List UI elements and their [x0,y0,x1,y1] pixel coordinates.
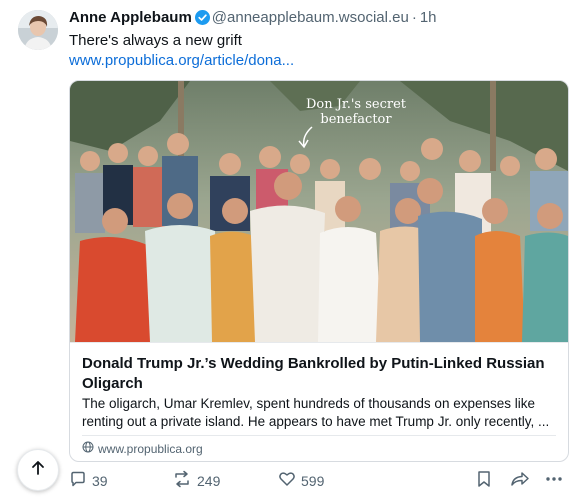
more-options-button[interactable] [544,470,564,491]
repost-button[interactable]: 249 [172,470,220,491]
share-arrow-icon [510,470,530,491]
separator-dot: · [411,9,417,26]
author-name[interactable]: Anne Applebaum [69,9,192,26]
card-title[interactable]: Donald Trump Jr.’s Wedding Bankrolled by… [82,354,558,394]
arrow-up-icon [29,459,47,482]
card-description: The oligarch, Umar Kremlev, spent hundre… [82,396,550,429]
share-button[interactable] [510,470,530,491]
card-body: Donald Trump Jr.’s Wedding Bankrolled by… [70,342,568,461]
scroll-to-top-button[interactable] [17,449,59,491]
reply-icon [69,470,87,491]
verified-badge-icon [194,10,210,30]
card-thumbnail-image: Don Jr.'s secret benefactor [70,81,568,342]
post-body: There's always a new grift [69,32,242,49]
avatar-image [18,10,58,50]
card-domain: www.propublica.org [82,441,203,456]
globe-icon [82,441,94,456]
post-timestamp[interactable]: 1h [420,9,437,26]
image-caption-line2: benefactor [320,112,392,127]
reply-count: 39 [92,472,108,489]
link-preview-card[interactable]: Don Jr.'s secret benefactor Donald Trump… [69,80,569,462]
post-actions: 39 249 599 [69,470,567,492]
card-divider [82,435,556,436]
author-avatar[interactable] [18,10,58,50]
repost-count: 249 [197,472,221,489]
like-button[interactable]: 599 [278,470,324,491]
post-link[interactable]: www.propublica.org/article/dona... [69,51,549,71]
card-domain-text: www.propublica.org [98,441,203,456]
heart-icon [278,470,296,491]
like-count: 599 [301,472,325,489]
bookmark-button[interactable] [476,470,492,491]
image-caption-line1: Don Jr.'s secret [306,97,407,112]
post-header: Anne Applebaum @anneapplebaum.wsocial.eu ·… [69,9,437,30]
reply-button[interactable]: 39 [69,470,108,491]
bookmark-icon [476,470,492,491]
author-handle[interactable]: @anneapplebaum.wsocial.eu [212,9,409,26]
post-text: There's always a new grift www.propublic… [69,31,549,71]
repost-icon [172,470,192,491]
more-dots-icon [544,470,564,491]
